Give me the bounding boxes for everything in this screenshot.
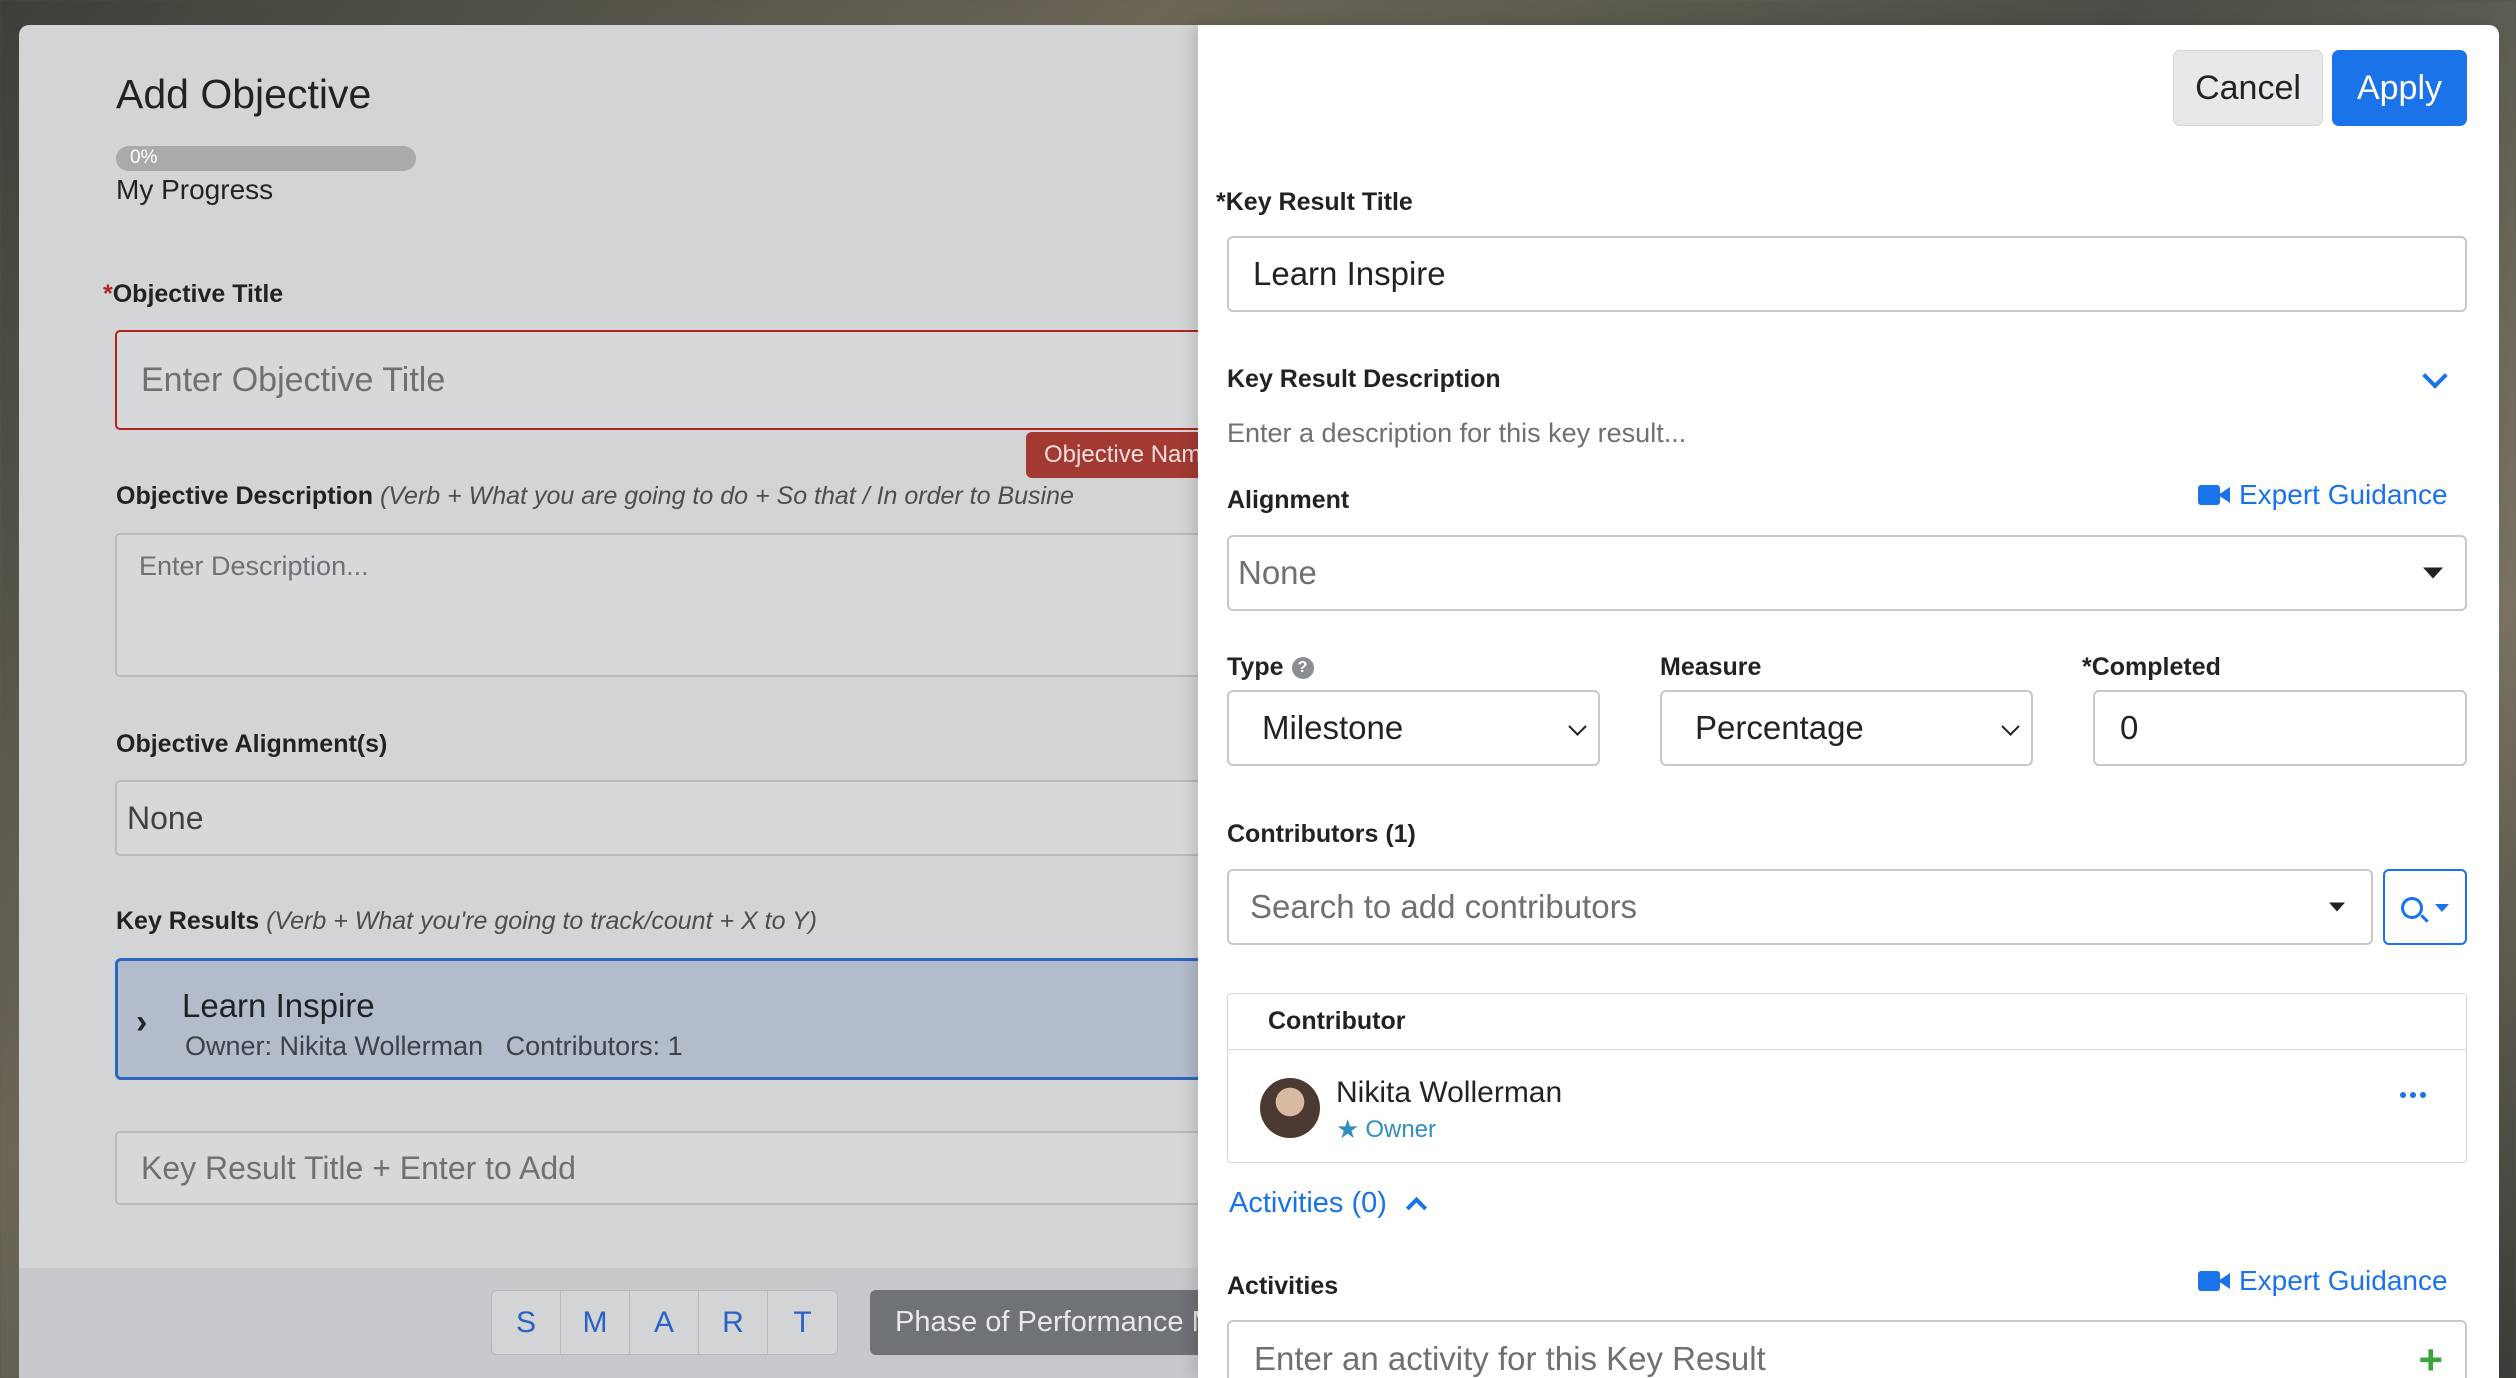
objective-alignment-value: None [127, 799, 204, 836]
objective-description-input[interactable]: Enter Description... [115, 533, 1299, 677]
activity-input[interactable]: Enter an activity for this Key Result + [1227, 1320, 2467, 1378]
key-result-title-label-text: Key Result Title [1225, 188, 1413, 216]
measure-select[interactable]: Percentage [1660, 690, 2033, 766]
contributor-role-text: Owner [1365, 1115, 1436, 1143]
video-camera-icon [2198, 484, 2230, 506]
smart-button-group: S M A R T [491, 1290, 838, 1355]
key-results-hint: (Verb + What you're going to track/count… [266, 907, 817, 935]
completed-input[interactable]: 0 [2093, 690, 2467, 766]
chevron-down-icon[interactable] [2422, 363, 2448, 389]
key-result-card-title: Learn Inspire [182, 987, 375, 1024]
alignment-expert-guidance-text: Expert Guidance [2239, 479, 2448, 510]
key-result-title-value: Learn Inspire [1253, 255, 1446, 292]
completed-label: *Completed [2082, 653, 2221, 681]
more-options-icon[interactable] [2400, 1092, 2426, 1098]
star-icon: ★ [1336, 1114, 1360, 1144]
measure-label: Measure [1660, 653, 1762, 681]
advanced-search-button[interactable] [2383, 869, 2467, 945]
search-icon [2401, 897, 2423, 919]
video-camera-icon [2198, 1270, 2230, 1292]
progress-caption: My Progress [116, 174, 274, 205]
key-result-title-input[interactable]: Learn Inspire [1227, 236, 2467, 312]
chevron-up-icon [1405, 1196, 1428, 1219]
objective-title-placeholder: Enter Objective Title [141, 360, 446, 399]
contributors-table: Contributor Nikita Wollerman ★ Owner [1227, 993, 2467, 1163]
contributor-search-placeholder: Search to add contributors [1250, 888, 1638, 925]
measure-value: Percentage [1695, 709, 1864, 746]
contributor-column-header: Contributor [1228, 994, 2466, 1050]
objective-alignment-label: Objective Alignment(s) [116, 730, 388, 758]
key-results-label-text: Key Results [116, 907, 260, 935]
objective-description-hint: (Verb + What you are going to do + So th… [379, 482, 1074, 510]
chevron-down-icon [2001, 717, 2020, 736]
activities-expert-guidance-link[interactable]: Expert Guidance [2198, 1265, 2448, 1297]
alignment-label: Alignment [1227, 486, 1350, 514]
objective-description-placeholder: Enter Description... [139, 551, 369, 581]
contributor-role: ★ Owner [1336, 1114, 1436, 1145]
key-result-card[interactable]: › Learn Inspire Owner: Nikita Wollerman … [115, 958, 1295, 1080]
caret-down-icon [2423, 567, 2443, 579]
completed-value: 0 [2120, 709, 2139, 746]
add-key-result-placeholder: Key Result Title + Enter to Add [141, 1149, 576, 1186]
chevron-down-icon [1568, 717, 1587, 736]
progress-label: 0% [130, 147, 158, 168]
smart-m-button[interactable]: M [561, 1291, 630, 1354]
objective-description-label-text: Objective Description [116, 482, 374, 510]
modal-title: Add Objective [116, 71, 372, 117]
smart-t-button[interactable]: T [768, 1291, 837, 1354]
contributor-name: Nikita Wollerman [1336, 1076, 1563, 1109]
contributor-search-input[interactable]: Search to add contributors [1227, 869, 2373, 945]
chevron-right-icon[interactable]: › [136, 1003, 147, 1042]
avatar [1260, 1078, 1320, 1138]
cancel-button[interactable]: Cancel [2173, 50, 2323, 126]
smart-s-button[interactable]: S [492, 1291, 561, 1354]
key-result-contributors: Contributors: 1 [505, 1031, 683, 1061]
required-mark: * [1216, 188, 1226, 216]
type-label: Type? [1227, 653, 1314, 682]
activities-toggle-text: Activities (0) [1229, 1187, 1387, 1219]
required-mark: * [103, 280, 113, 308]
type-label-text: Type [1227, 653, 1284, 681]
key-result-card-meta: Owner: Nikita Wollerman Contributors: 1 [185, 1031, 683, 1062]
key-result-owner: Owner: Nikita Wollerman [185, 1031, 484, 1061]
contributors-label: Contributors (1) [1227, 820, 1416, 848]
key-result-title-label: *Key Result Title [1216, 188, 1413, 217]
add-key-result-input[interactable]: Key Result Title + Enter to Add [115, 1131, 1300, 1205]
type-select[interactable]: Milestone [1227, 690, 1600, 766]
objective-title-label-text: Objective Title [112, 280, 284, 308]
objective-title-input[interactable]: Enter Objective Title [115, 330, 1299, 430]
activities-toggle[interactable]: Activities (0) [1229, 1187, 1428, 1220]
activities-label: Activities [1227, 1272, 1339, 1300]
alignment-select[interactable]: None [1227, 535, 2467, 611]
smart-r-button[interactable]: R [699, 1291, 768, 1354]
objective-description-label: Objective Description (Verb + What you a… [116, 482, 1074, 511]
activities-expert-guidance-text: Expert Guidance [2239, 1265, 2448, 1296]
help-icon[interactable]: ? [1291, 657, 1314, 680]
apply-button[interactable]: Apply [2332, 50, 2467, 126]
phase-of-performance-button[interactable]: Phase of Performance M [870, 1290, 1200, 1355]
alignment-expert-guidance-link[interactable]: Expert Guidance [2198, 479, 2448, 511]
objective-alignment-select[interactable]: None [115, 780, 1299, 856]
caret-down-icon [2329, 902, 2345, 912]
key-result-description-input[interactable]: Enter a description for this key result.… [1227, 418, 1686, 449]
add-icon[interactable]: + [2418, 1336, 2443, 1378]
key-result-description-label: Key Result Description [1227, 365, 1501, 393]
smart-a-button[interactable]: A [630, 1291, 699, 1354]
activity-placeholder: Enter an activity for this Key Result [1254, 1340, 1766, 1377]
type-value: Milestone [1262, 709, 1404, 746]
objective-title-label: *Objective Title [103, 280, 283, 309]
progress-bar: 0% [116, 146, 416, 171]
caret-down-icon [2435, 904, 2449, 912]
alignment-value: None [1238, 554, 1317, 591]
key-results-label: Key Results (Verb + What you're going to… [116, 907, 817, 936]
key-result-panel: Cancel Apply *Key Result Title Learn Ins… [1198, 25, 2499, 1378]
